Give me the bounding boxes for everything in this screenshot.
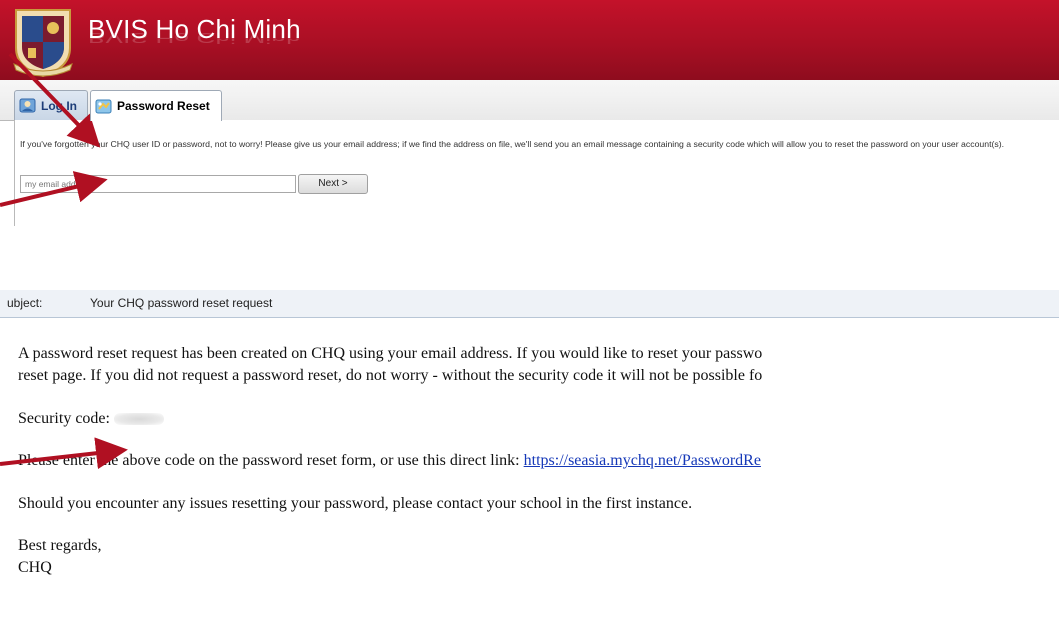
direct-link-line: Please enter the above code on the passw… (18, 452, 761, 470)
security-code-redacted (113, 413, 164, 426)
next-button[interactable]: Next > (298, 174, 368, 194)
email-address-input[interactable] (20, 175, 296, 193)
login-icon (19, 98, 36, 113)
portal-screenshot: BVIS Ho Chi Minh BVIS Ho Chi Minh Log In… (0, 0, 1059, 226)
signature-line: CHQ (18, 559, 52, 576)
reset-instructions: If you've forgotten your CHQ user ID or … (20, 139, 1005, 149)
portal-title-reflection: BVIS Ho Chi Minh (88, 29, 301, 47)
security-code-line: Security code: (18, 410, 164, 428)
email-paragraph-line-2: reset page. If you did not request a pas… (18, 367, 763, 384)
email-paragraph-line-1: A password reset request has been create… (18, 345, 763, 362)
support-line: Should you encounter any issues resettin… (18, 495, 693, 512)
tab-password-reset-label: Password Reset (117, 99, 210, 113)
header-banner: BVIS Ho Chi Minh BVIS Ho Chi Minh (0, 0, 1059, 80)
tab-log-in-label: Log In (41, 98, 77, 113)
regards-line: Best regards, (18, 537, 102, 554)
password-reset-panel (14, 120, 1059, 226)
tab-log-in[interactable]: Log In (14, 90, 88, 120)
link-prefix: Please enter the above code on the passw… (18, 452, 524, 469)
school-crest-logo (13, 9, 73, 78)
subject-label: ubject: (7, 296, 43, 310)
subject-value: Your CHQ password reset request (90, 296, 273, 310)
security-code-label: Security code: (18, 410, 110, 427)
password-reset-link[interactable]: https://seasia.mychq.net/PasswordRe (524, 452, 761, 469)
email-subject-row: ubject: Your CHQ password reset request (0, 290, 1059, 318)
email-body: A password reset request has been create… (0, 317, 1059, 629)
password-reset-icon (95, 99, 112, 113)
tab-password-reset[interactable]: Password Reset (90, 90, 222, 121)
